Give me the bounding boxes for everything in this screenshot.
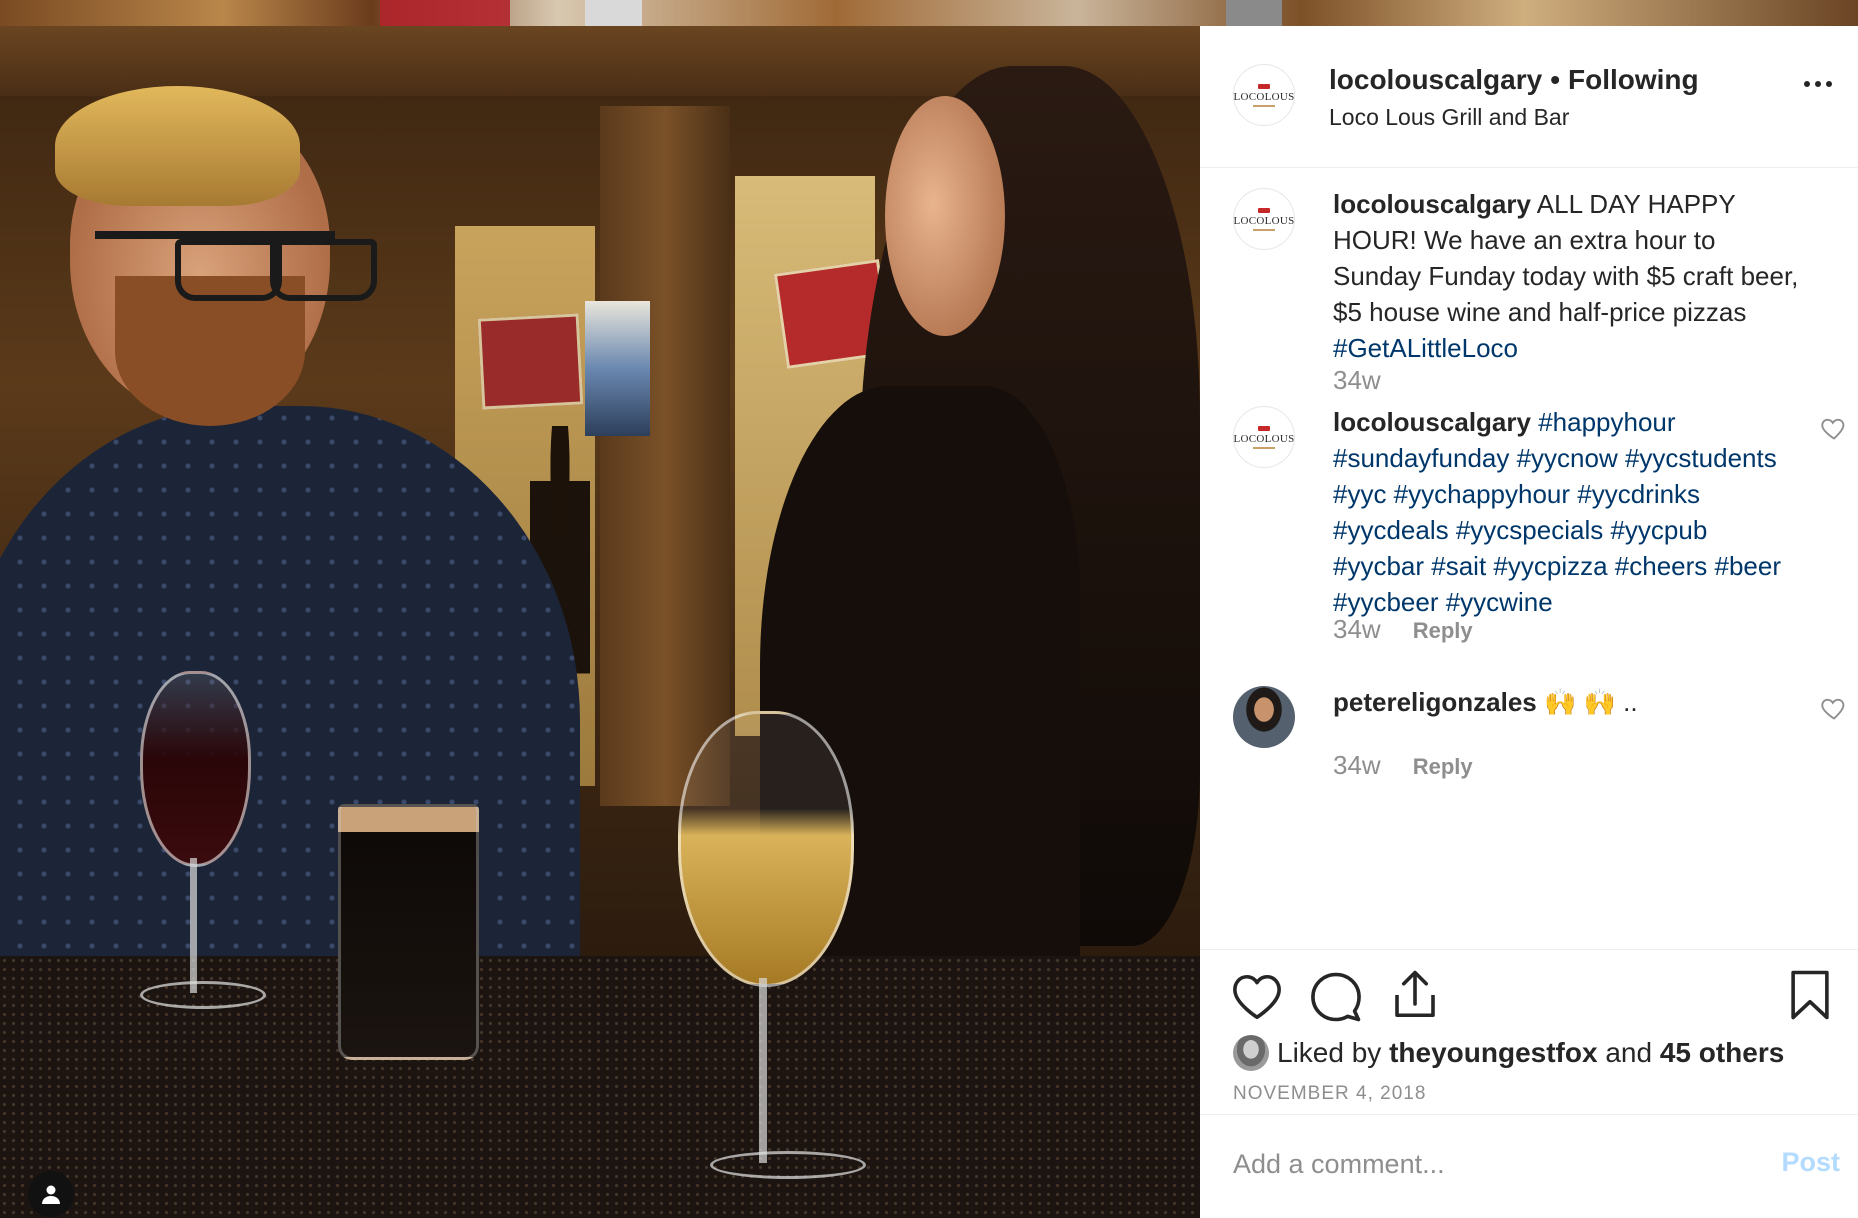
photo-white-wine-glass — [678, 711, 854, 987]
profile-avatar[interactable]: LOCOLOUS — [1233, 64, 1295, 126]
background-block — [585, 0, 642, 26]
comment-avatar[interactable]: LOCOLOUS — [1233, 406, 1295, 468]
likes-others-link[interactable]: 45 others — [1660, 1037, 1785, 1069]
liker-avatar[interactable] — [1233, 1035, 1269, 1071]
user-icon — [42, 1185, 60, 1204]
photo-glasses — [95, 231, 377, 301]
add-comment-bar: Post — [1200, 1115, 1858, 1218]
post-photo[interactable] — [0, 26, 1200, 1218]
separator-dot: • — [1550, 64, 1560, 95]
photo-poster — [585, 301, 650, 436]
comment-username[interactable]: petereligonzales — [1333, 687, 1537, 717]
photo-pillar — [600, 106, 730, 806]
comment-like-heart-icon[interactable] — [1820, 414, 1848, 442]
header-title: locolouscalgary • Following — [1329, 64, 1699, 96]
photo-pint-glass — [338, 804, 479, 1060]
photo-woman-face — [885, 96, 1005, 336]
comment-text: petereligonzales 🙌 🙌 .. — [1333, 684, 1803, 720]
logo-flag — [1258, 83, 1270, 89]
photo-glass-base — [710, 1151, 866, 1179]
likes-prefix: Liked by — [1277, 1037, 1382, 1068]
logo-text: LOCOLOUS — [1233, 90, 1295, 103]
logo-flag — [1258, 425, 1270, 431]
more-options-button[interactable] — [1796, 66, 1840, 102]
logo-underline — [1253, 104, 1275, 107]
comment-avatar[interactable]: LOCOLOUS — [1233, 188, 1295, 250]
username-link[interactable]: locolouscalgary — [1329, 64, 1542, 95]
logo-text: LOCOLOUS — [1233, 214, 1295, 227]
comment-timestamp[interactable]: 34w — [1333, 365, 1381, 395]
bookmark-icon[interactable] — [1783, 968, 1837, 1022]
logo-underline — [1253, 446, 1275, 449]
share-icon[interactable] — [1388, 968, 1442, 1022]
comment-meta: 34w Reply — [1333, 750, 1473, 781]
background-block — [1226, 0, 1282, 26]
comment-timestamp[interactable]: 34w — [1333, 614, 1381, 644]
comment-like-heart-icon[interactable] — [1820, 694, 1848, 722]
add-comment-input[interactable] — [1233, 1141, 1733, 1187]
more-options-icon — [1815, 81, 1821, 87]
comment-avatar[interactable] — [1233, 686, 1295, 748]
comment-bubble-icon[interactable] — [1309, 970, 1363, 1024]
photo-man-hair — [55, 86, 300, 206]
liker-username[interactable]: theyoungestfox — [1389, 1037, 1597, 1069]
location-link[interactable]: Loco Lous Grill and Bar — [1329, 104, 1569, 131]
hashtag-links[interactable]: #happyhour #sundayfunday #yycnow #yycstu… — [1333, 407, 1781, 617]
photo-glass-base — [140, 981, 266, 1009]
comments-list: LOCOLOUS locolouscalgary ALL DAY HAPPY H… — [1200, 169, 1858, 949]
tagged-users-button[interactable] — [28, 1171, 74, 1217]
reply-button[interactable]: Reply — [1413, 618, 1473, 643]
logo-underline — [1253, 228, 1275, 231]
photo-glass-stem — [190, 858, 197, 993]
following-button[interactable]: Following — [1568, 64, 1699, 95]
comment-body: 🙌 🙌 .. — [1543, 687, 1638, 717]
more-options-icon — [1804, 81, 1810, 87]
comment-meta: 34w — [1333, 365, 1381, 396]
photo-red-wine-glass — [140, 671, 251, 867]
heart-icon[interactable] — [1230, 970, 1284, 1024]
comment-timestamp[interactable]: 34w — [1333, 750, 1381, 780]
post-header: LOCOLOUS locolouscalgary • Following Loco … — [1200, 26, 1858, 168]
logo-text: LOCOLOUS — [1233, 432, 1295, 445]
comment-meta: 34w Reply — [1333, 614, 1473, 645]
background-sign — [380, 0, 510, 26]
photo-glass-stem — [759, 978, 767, 1163]
hashtag-link[interactable]: #GetALittleLoco — [1333, 333, 1518, 363]
post-date[interactable]: NOVEMBER 4, 2018 — [1233, 1083, 1426, 1105]
post-actions — [1200, 948, 1858, 1048]
background-strip — [0, 0, 1858, 26]
post-comment-button[interactable]: Post — [1781, 1147, 1840, 1178]
comment-username[interactable]: locolouscalgary — [1333, 407, 1531, 437]
comment-text: locolouscalgary #happyhour #sundayfunday… — [1333, 404, 1803, 620]
caption-text: locolouscalgary ALL DAY HAPPY HOUR! We h… — [1333, 186, 1803, 366]
photo-sign-women — [477, 313, 584, 410]
more-options-icon — [1826, 81, 1832, 87]
comment-username[interactable]: locolouscalgary — [1333, 189, 1531, 219]
likes-and: and — [1605, 1037, 1653, 1068]
reply-button[interactable]: Reply — [1413, 754, 1473, 779]
likes-summary[interactable]: Liked by theyoungestfox and 45 others — [1233, 1034, 1784, 1072]
logo-flag — [1258, 207, 1270, 213]
post-side-panel: LOCOLOUS locolouscalgary • Following Loco … — [1200, 26, 1858, 1218]
